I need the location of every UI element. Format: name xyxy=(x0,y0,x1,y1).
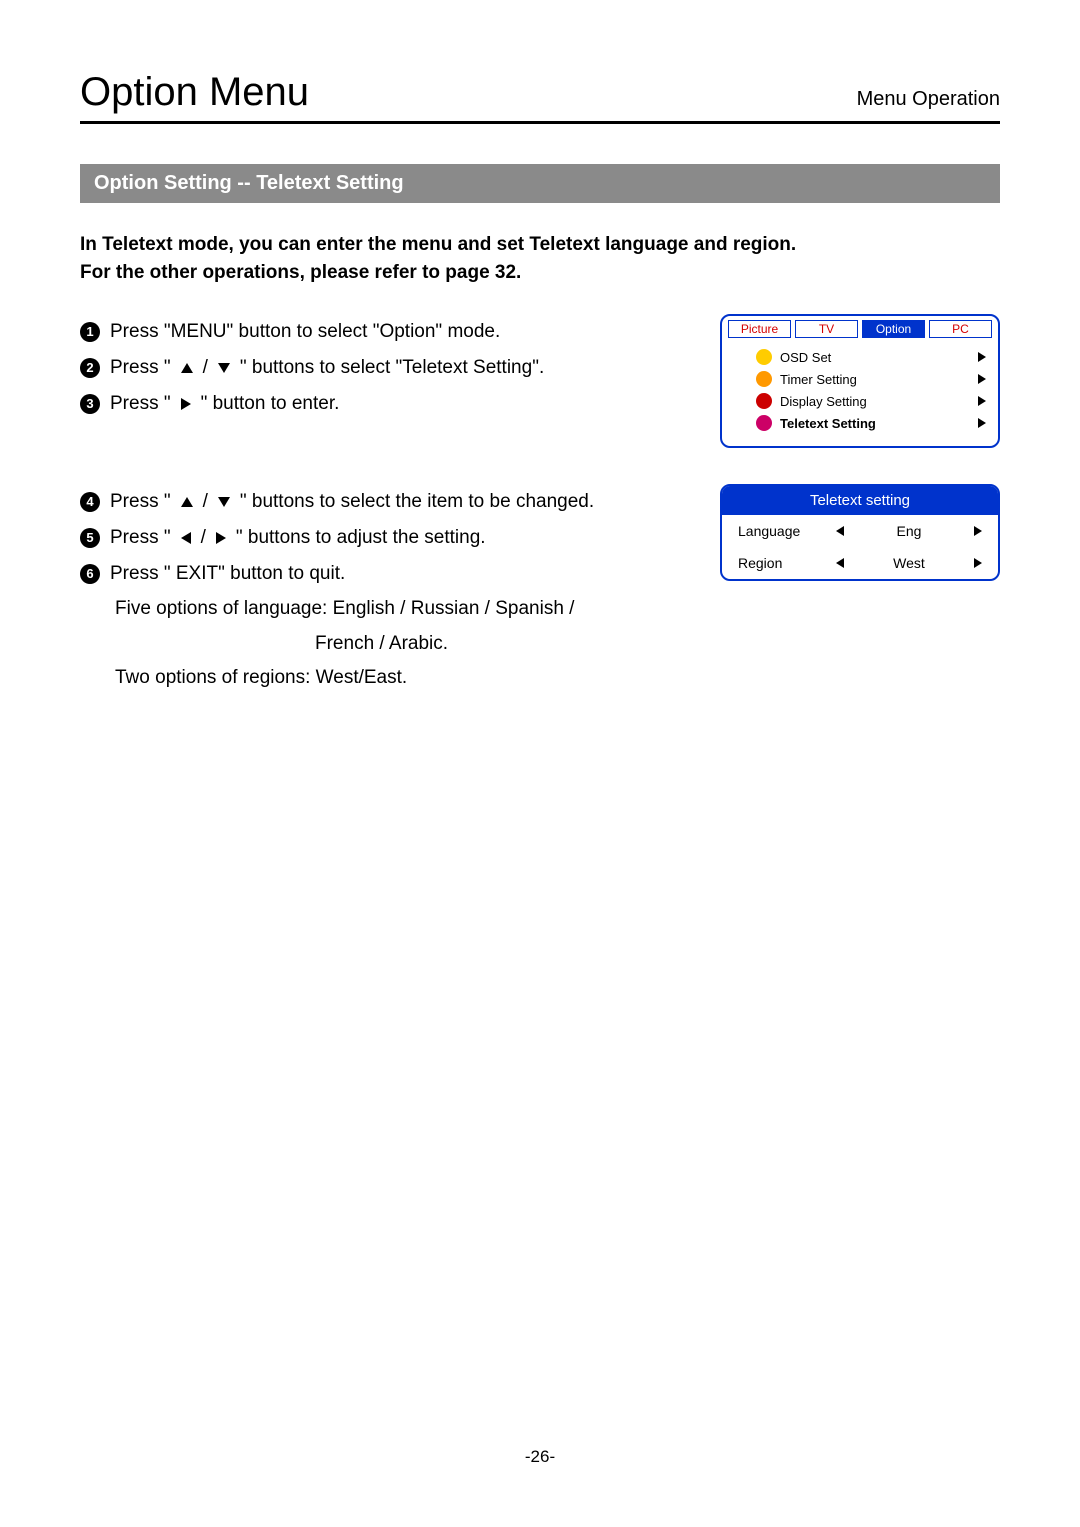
row-value: Eng xyxy=(852,523,966,539)
steps-group-b: 4 Press " / " buttons to select the item… xyxy=(80,484,692,695)
step-number-icon: 6 xyxy=(80,564,100,584)
osd-tab-tv[interactable]: TV xyxy=(795,320,858,338)
osd-item-label: OSD Set xyxy=(780,350,970,365)
step-text-b: " buttons to adjust the setting. xyxy=(236,520,486,556)
step-text-a: Press " xyxy=(110,386,171,422)
left-arrow-icon[interactable] xyxy=(836,526,844,536)
osd-item-display[interactable]: Display Setting xyxy=(728,390,992,412)
row-label: Language xyxy=(738,523,828,539)
step-2: 2 Press " / " buttons to select "Teletex… xyxy=(80,350,692,386)
teletext-setting-preview: Teletext setting Language Eng Region Wes… xyxy=(720,484,1000,581)
row-label: Region xyxy=(738,555,828,571)
step-number-icon: 5 xyxy=(80,528,100,548)
section-heading: Option Setting -- Teletext Setting xyxy=(80,164,1000,203)
osd-item-icon xyxy=(756,415,772,431)
osd-item-icon xyxy=(756,393,772,409)
step-number-icon: 2 xyxy=(80,358,100,378)
down-arrow-icon xyxy=(218,363,230,373)
steps-group-a: 1 Press "MENU" button to select "Option"… xyxy=(80,314,692,422)
step-text: Press "MENU" button to select "Option" m… xyxy=(110,314,500,350)
right-arrow-icon[interactable] xyxy=(974,558,982,568)
page-header: Option Menu Menu Operation xyxy=(80,70,1000,124)
step-4: 4 Press " / " buttons to select the item… xyxy=(80,484,692,520)
step-1: 1 Press "MENU" button to select "Option"… xyxy=(80,314,692,350)
osd-item-label: Display Setting xyxy=(780,394,970,409)
note-language-1: Five options of language: English / Russ… xyxy=(115,592,692,626)
teletext-box-title: Teletext setting xyxy=(722,486,998,515)
slash: / xyxy=(203,350,208,386)
osd-tab-picture[interactable]: Picture xyxy=(728,320,791,338)
teletext-row-region[interactable]: Region West xyxy=(722,547,998,579)
step-number-icon: 1 xyxy=(80,322,100,342)
step-text-b: " buttons to select "Teletext Setting". xyxy=(240,350,544,386)
osd-menu-preview: Picture TV Option PC OSD Set Timer Setti… xyxy=(720,314,1000,448)
step-number-icon: 3 xyxy=(80,394,100,414)
section-label: Menu Operation xyxy=(857,88,1000,111)
osd-item-label: Timer Setting xyxy=(780,372,970,387)
notes: Five options of language: English / Russ… xyxy=(80,592,692,695)
right-arrow-icon[interactable] xyxy=(974,526,982,536)
step-text-b: " buttons to select the item to be chang… xyxy=(240,484,594,520)
osd-item-teletext[interactable]: Teletext Setting xyxy=(728,412,992,434)
page-number: -26- xyxy=(0,1447,1080,1467)
osd-tabs: Picture TV Option PC xyxy=(728,320,992,338)
page-title: Option Menu xyxy=(80,70,309,115)
slash: / xyxy=(201,520,206,556)
step-number-icon: 4 xyxy=(80,492,100,512)
teletext-row-language[interactable]: Language Eng xyxy=(722,515,998,547)
up-arrow-icon xyxy=(181,363,193,373)
step-text-a: Press " xyxy=(110,350,171,386)
osd-item-label: Teletext Setting xyxy=(780,416,970,431)
chevron-right-icon xyxy=(978,374,988,384)
chevron-right-icon xyxy=(978,396,988,406)
step-5: 5 Press " / " buttons to adjust the sett… xyxy=(80,520,692,556)
manual-page: Option Menu Menu Operation Option Settin… xyxy=(0,0,1080,1527)
block-2: 4 Press " / " buttons to select the item… xyxy=(80,484,1000,695)
row-value: West xyxy=(852,555,966,571)
block-1: 1 Press "MENU" button to select "Option"… xyxy=(80,314,1000,448)
osd-item-icon xyxy=(756,349,772,365)
step-text-a: Press " xyxy=(110,484,171,520)
step-text-a: Press " xyxy=(110,520,171,556)
step-3: 3 Press " " button to enter. xyxy=(80,386,692,422)
chevron-right-icon xyxy=(978,418,988,428)
note-language-2: French / Arabic. xyxy=(115,627,692,661)
step-text-b: " button to enter. xyxy=(201,386,340,422)
slash: / xyxy=(203,484,208,520)
step-6: 6 Press " EXIT" button to quit. xyxy=(80,556,692,592)
note-region: Two options of regions: West/East. xyxy=(115,661,692,695)
left-arrow-icon[interactable] xyxy=(836,558,844,568)
osd-item-timer[interactable]: Timer Setting xyxy=(728,368,992,390)
osd-item-osd-set[interactable]: OSD Set xyxy=(728,346,992,368)
up-arrow-icon xyxy=(181,497,193,507)
right-arrow-icon xyxy=(216,532,226,544)
chevron-right-icon xyxy=(978,352,988,362)
osd-tab-option[interactable]: Option xyxy=(862,320,925,338)
down-arrow-icon xyxy=(218,497,230,507)
step-text: Press " EXIT" button to quit. xyxy=(110,556,345,592)
right-arrow-icon xyxy=(181,398,191,410)
osd-item-icon xyxy=(756,371,772,387)
osd-tab-pc[interactable]: PC xyxy=(929,320,992,338)
left-arrow-icon xyxy=(181,532,191,544)
intro-line-1: In Teletext mode, you can enter the menu… xyxy=(80,231,1000,259)
intro-text: In Teletext mode, you can enter the menu… xyxy=(80,231,1000,286)
intro-line-2: For the other operations, please refer t… xyxy=(80,259,1000,287)
